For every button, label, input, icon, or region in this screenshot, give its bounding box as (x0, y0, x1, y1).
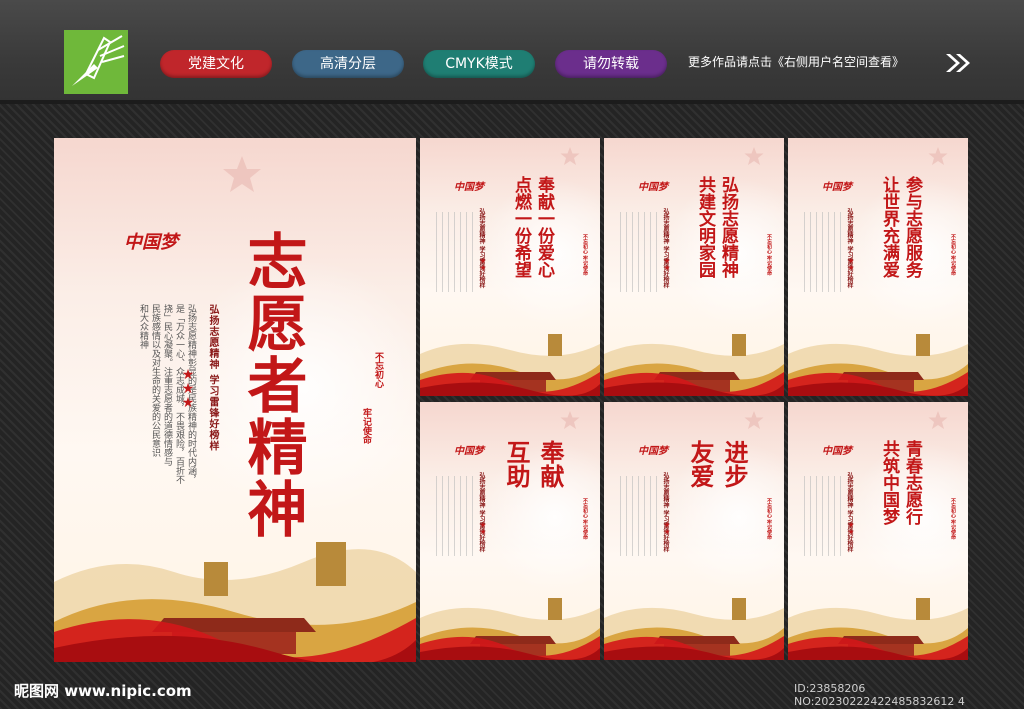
image-id-text: ID:23858206 NO:20230222422485832612 4 (794, 682, 965, 708)
seal-text: 不忘初心 牢记使命 (766, 234, 772, 276)
small-poster: 中国梦 青春志愿行 共筑中国梦 弘扬志愿精神 学习雷锋好榜样 ★ ★ 不忘初心 牢记… (788, 402, 968, 660)
body-line: 民族感情以及对生命的关爱的公民意识 (150, 304, 160, 457)
star-icon: ★ ★ (480, 257, 487, 272)
small-poster-body-text (436, 212, 476, 292)
small-poster-body-text (804, 212, 844, 292)
small-poster-body-text (436, 476, 476, 556)
small-poster-title-line: 参与志愿服务 (902, 176, 922, 278)
small-poster-title: 奉献 互助 (502, 440, 565, 488)
poster-title: 志愿者精神 (237, 230, 307, 540)
small-poster: 中国梦 奉献一份爱心 点燃一份希望 弘扬志愿精神 学习雷锋好榜样 ★ ★ 不忘初心 … (420, 138, 600, 396)
small-poster-title-line: 奉献一份爱心 (534, 176, 554, 278)
great-wall-icon (420, 598, 600, 660)
small-poster-body-text (804, 476, 844, 556)
seal-text: 不忘初心 牢记使命 (766, 498, 772, 540)
star-icon: ★ ★ (664, 521, 671, 536)
small-poster-subtitle: 弘扬志愿精神 学习雷锋好榜样 (478, 208, 485, 289)
china-dream-logo: 中国梦 (822, 182, 852, 193)
small-poster-subtitle: 弘扬志愿精神 学习雷锋好榜样 (662, 472, 669, 553)
small-poster-title-line: 青春志愿行 (902, 440, 922, 525)
great-wall-icon (788, 334, 968, 396)
star-icon (560, 411, 580, 429)
small-poster-subtitle: 弘扬志愿精神 学习雷锋好榜样 (478, 472, 485, 553)
star-icon (744, 147, 764, 165)
small-poster: 中国梦 进步 友爱 弘扬志愿精神 学习雷锋好榜样 ★ ★ 不忘初心 牢记使命 (604, 402, 784, 660)
great-wall-icon (604, 598, 784, 660)
seal-text-2: 牢记使命 (361, 408, 371, 444)
site-watermark: 昵图网 www.nipic.com (14, 682, 192, 700)
small-poster-title: 奉献一份爱心 点燃一份希望 (510, 176, 554, 278)
seal-text-1: 不忘初心 (373, 352, 383, 388)
small-poster-subtitle: 弘扬志愿精神 学习雷锋好榜样 (662, 208, 669, 289)
small-poster: 中国梦 参与志愿服务 让世界充满爱 弘扬志愿精神 学习雷锋好榜样 ★ ★ 不忘初心 … (788, 138, 968, 396)
small-poster-title-line: 共建文明家园 (695, 176, 715, 278)
small-poster-title-line: 奉献 (536, 440, 565, 488)
star-icon: ★ ★ (480, 521, 487, 536)
small-poster-title-line: 让世界充满爱 (879, 176, 899, 278)
small-poster-title-line: 进步 (720, 440, 749, 488)
small-poster-title: 青春志愿行 共筑中国梦 (878, 440, 922, 525)
small-poster-title-line: 点燃一份希望 (511, 176, 531, 278)
divider (0, 100, 1024, 104)
great-wall-icon (54, 542, 416, 662)
star-icon (560, 147, 580, 165)
more-works-link[interactable]: 更多作品请点击《右侧用户名空间查看》 (688, 53, 904, 70)
small-poster-title-line: 友爱 (686, 440, 715, 488)
small-poster-body-text (620, 476, 660, 556)
small-poster-subtitle: 弘扬志愿精神 学习雷锋好榜样 (846, 208, 853, 289)
small-poster: 中国梦 奉献 互助 弘扬志愿精神 学习雷锋好榜样 ★ ★ 不忘初心 牢记使命 (420, 402, 600, 660)
double-arrow-icon[interactable] (944, 52, 972, 74)
china-dream-logo: 中国梦 (454, 182, 484, 193)
tag-hd-layers[interactable]: 高清分层 (292, 50, 404, 78)
body-line: 和大众精神 (138, 304, 148, 349)
main-poster: 中国梦 志愿者精神 弘扬志愿精神 学习雷锋好榜样 弘扬志愿精神彰显的是民族精神的… (54, 138, 416, 662)
tag-cmyk-mode[interactable]: CMYK模式 (423, 50, 535, 78)
china-dream-logo: 中国梦 (638, 182, 668, 193)
small-poster-title-line: 弘扬志愿精神 (718, 176, 738, 278)
star-icon (928, 147, 948, 165)
china-dream-logo: 中国梦 (454, 446, 484, 457)
body-line: 挠」民心凝聚。注重志愿者的道德情感与 (162, 304, 172, 466)
great-wall-icon (788, 598, 968, 660)
logo-icon (64, 30, 128, 94)
star-icon: ★ ★ (848, 257, 855, 272)
star-icon (223, 156, 261, 192)
small-poster-title: 进步 友爱 (686, 440, 749, 488)
small-poster-subtitle: 弘扬志愿精神 学习雷锋好榜样 (846, 472, 853, 553)
seal-text: 不忘初心 牢记使命 (582, 234, 588, 276)
tag-no-repost[interactable]: 请勿转载 (555, 50, 667, 78)
star-icon (928, 411, 948, 429)
star-icon: ★ ★ (664, 257, 671, 272)
star-icon (744, 411, 764, 429)
small-poster: 中国梦 弘扬志愿精神 共建文明家园 弘扬志愿精神 学习雷锋好榜样 ★ ★ 不忘初心 … (604, 138, 784, 396)
china-dream-logo: 中国梦 (638, 446, 668, 457)
poster-subtitle: 弘扬志愿精神 学习雷锋好榜样 (207, 304, 218, 452)
china-dream-logo: 中国梦 (124, 232, 178, 253)
small-poster-title: 弘扬志愿精神 共建文明家园 (694, 176, 738, 278)
seal-text: 不忘初心 牢记使命 (950, 234, 956, 276)
star-icon: ★ ★ (848, 521, 855, 536)
seal-text: 不忘初心 牢记使命 (950, 498, 956, 540)
small-poster-title-line: 共筑中国梦 (879, 440, 899, 525)
great-wall-icon (420, 334, 600, 396)
small-poster-title-line: 互助 (502, 440, 531, 488)
seal-text: 不忘初心 牢记使命 (582, 498, 588, 540)
small-poster-title: 参与志愿服务 让世界充满爱 (878, 176, 922, 278)
china-dream-logo: 中国梦 (822, 446, 852, 457)
great-wall-icon (604, 334, 784, 396)
tag-party-culture[interactable]: 党建文化 (160, 50, 272, 78)
small-poster-body-text (620, 212, 660, 292)
star-icon: ★ ★ ★ (181, 367, 195, 411)
